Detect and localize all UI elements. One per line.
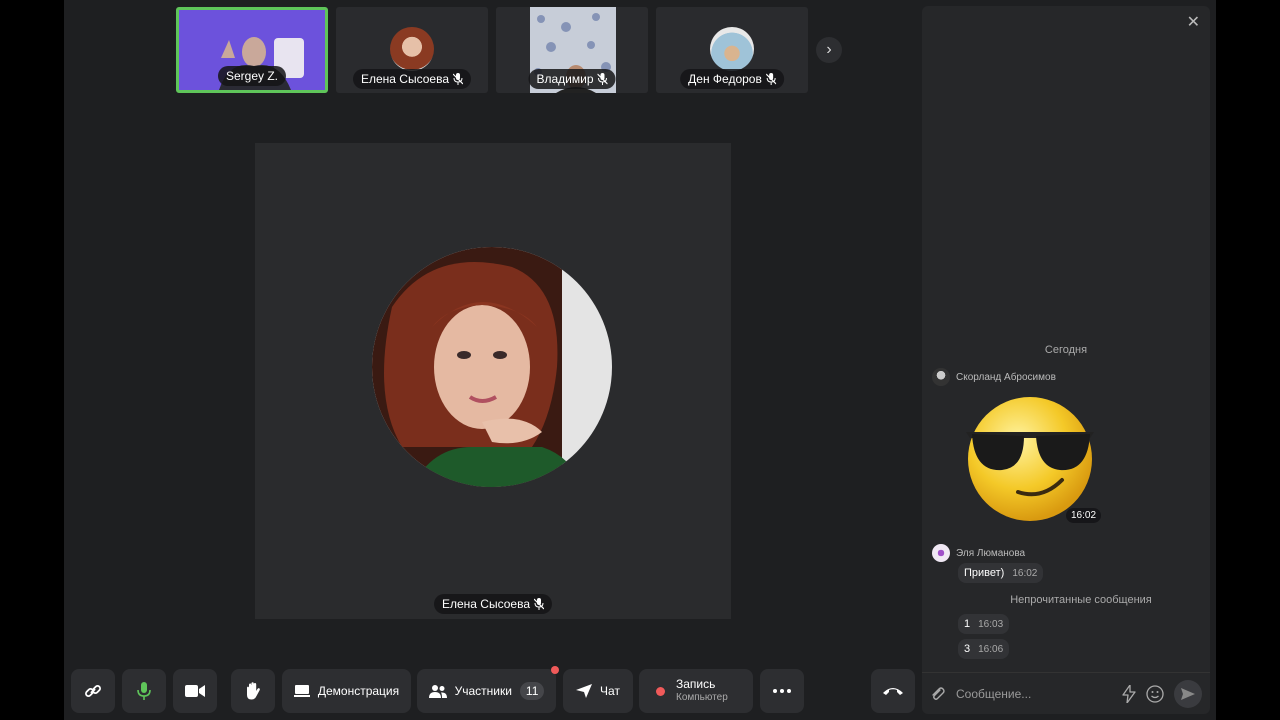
mic-icon	[137, 682, 151, 700]
next-participants-button[interactable]: ›	[816, 37, 842, 63]
people-icon	[428, 685, 447, 698]
message-input[interactable]: Сообщение...	[956, 687, 1112, 701]
message-sender: Скорланд Абросимов	[932, 368, 1056, 386]
participant-name: Sergey Z.	[225, 69, 279, 83]
record-source: Компьютер	[676, 692, 728, 703]
participant-name: Елена Сысоева	[360, 72, 450, 86]
notification-dot	[551, 666, 559, 674]
mic-off-icon	[534, 598, 545, 610]
avatar	[710, 27, 754, 71]
message-text: Привет)	[964, 567, 1005, 579]
message-time: 16:06	[978, 643, 1004, 655]
link-icon	[85, 685, 101, 697]
camera-toggle[interactable]	[173, 669, 217, 713]
participant-thumb-vladimir[interactable]: Владимир	[496, 7, 648, 93]
message-text: 3	[964, 643, 971, 655]
send-icon	[1181, 687, 1195, 700]
mic-off-icon	[453, 73, 464, 85]
mic-off-icon	[597, 73, 608, 85]
chat-message: 3 16:06	[958, 639, 1010, 659]
message-composer: Сообщение...	[922, 672, 1210, 714]
message-time: 16:03	[978, 618, 1004, 630]
avatar	[932, 544, 950, 562]
chat-button[interactable]: Чат	[563, 669, 633, 713]
screen-icon	[293, 685, 310, 697]
copy-link-button[interactable]	[71, 669, 115, 713]
avatar	[390, 27, 434, 71]
participant-name-tag: Ден Федоров	[680, 69, 784, 89]
message-sender: Эля Люманова	[932, 544, 1025, 562]
microphone-toggle[interactable]	[122, 669, 166, 713]
send-button[interactable]	[1174, 679, 1202, 708]
camera-icon	[185, 685, 205, 697]
close-icon[interactable]: ✕	[1187, 12, 1200, 32]
hangup-icon	[883, 688, 903, 695]
screen-share-button[interactable]: Демонстрация	[282, 669, 411, 713]
send-icon	[576, 684, 593, 698]
mic-off-icon	[765, 73, 776, 85]
emoji-icon[interactable]	[1146, 684, 1164, 703]
screen-share-label: Демонстрация	[317, 684, 400, 698]
participants-label: Участники	[454, 684, 512, 698]
chat-label: Чат	[600, 684, 620, 698]
record-label: Запись	[676, 677, 716, 691]
unread-separator: Непрочитанные сообщения	[1010, 594, 1152, 606]
message-time: 16:02	[1012, 567, 1038, 579]
chat-message: 1 16:03	[958, 614, 1010, 634]
hangup-button[interactable]	[871, 669, 915, 713]
more-icon	[773, 689, 791, 693]
hand-icon	[247, 682, 260, 700]
sender-name: Скорланд Абросимов	[956, 371, 1056, 383]
sunglasses-sticker	[966, 397, 1094, 521]
avatar	[932, 368, 950, 386]
participant-thumb-den[interactable]: Ден Федоров	[656, 7, 808, 93]
message-text: 1	[964, 618, 971, 630]
participant-thumb-sergey[interactable]: Sergey Z.	[176, 7, 328, 93]
record-dot-icon	[656, 686, 665, 696]
participant-thumb-elena[interactable]: Елена Сысоева	[336, 7, 488, 93]
main-speaker-tile: Елена Сысоева	[255, 143, 731, 619]
speaker-name: Елена Сысоева	[441, 597, 531, 611]
participants-button[interactable]: Участники 11	[417, 666, 559, 713]
sender-name: Эля Люманова	[956, 547, 1026, 559]
speaker-name-tag: Елена Сысоева	[433, 594, 553, 614]
chevron-right-icon: ›	[826, 41, 832, 58]
participants-count: 11	[519, 682, 545, 700]
chat-message: Привет) 16:02	[958, 563, 1044, 583]
chat-panel: ✕ Сегодня Скорланд Абросимов 16:02 Эля Л…	[922, 6, 1210, 714]
participant-name-tag: Владимир	[528, 69, 616, 89]
record-button[interactable]: Запись Компьютер	[639, 669, 753, 713]
participant-name-tag: Sergey Z.	[217, 66, 287, 86]
call-window: Sergey Z. Елена Сысоева Владимир Ден Фед…	[64, 0, 1216, 720]
lightning-icon[interactable]	[1122, 684, 1136, 703]
message-time: 16:02	[1066, 508, 1102, 523]
raise-hand-button[interactable]	[231, 669, 275, 713]
attach-icon[interactable]	[930, 686, 946, 702]
participant-name: Ден Федоров	[688, 72, 762, 86]
participant-name-tag: Елена Сысоева	[352, 69, 472, 89]
participant-name: Владимир	[536, 72, 594, 86]
date-separator: Сегодня	[1044, 344, 1088, 356]
speaker-avatar	[372, 247, 612, 487]
more-button[interactable]	[760, 669, 804, 713]
